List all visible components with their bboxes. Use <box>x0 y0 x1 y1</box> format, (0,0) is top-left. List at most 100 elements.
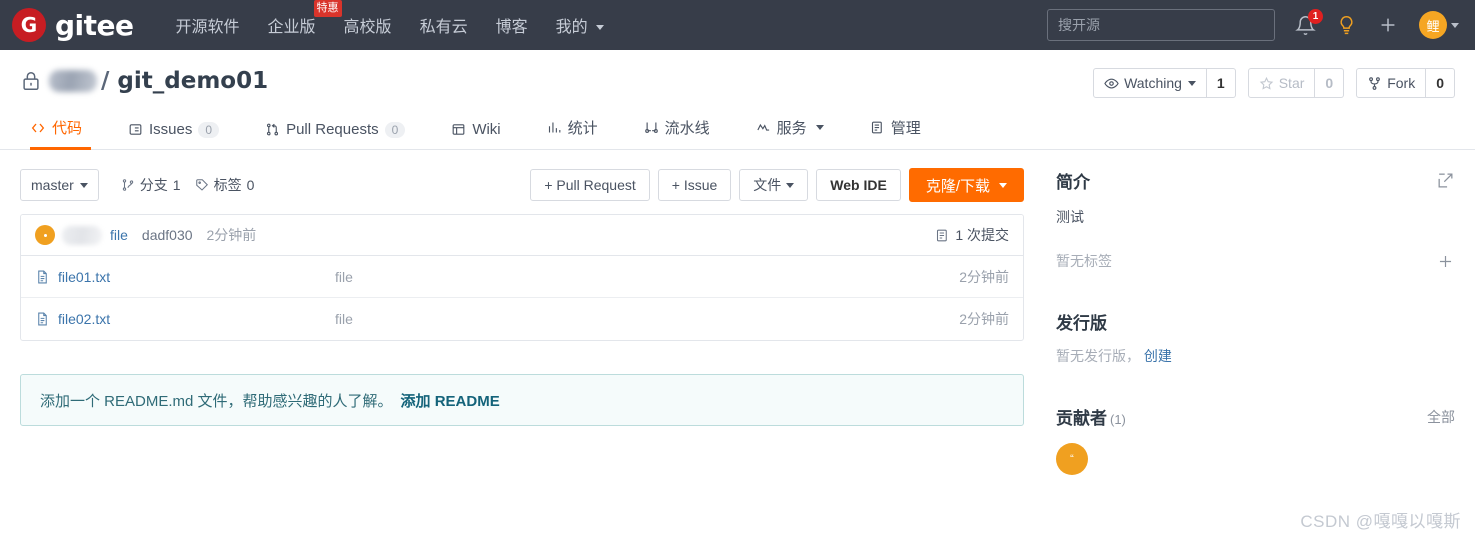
repository-actions: Watching 1 Star 0 Fork 0 <box>1093 68 1455 98</box>
eye-icon <box>1104 78 1119 88</box>
clone-download-button[interactable]: 克隆/下载 <box>908 168 1024 202</box>
fork-button[interactable]: Fork <box>1356 68 1427 98</box>
repository-toolbar: master 分支 1 标签 0 + Pull Request + Issue … <box>20 168 1024 202</box>
add-tag-button[interactable] <box>1436 252 1455 271</box>
repository-name[interactable]: git_demo01 <box>117 68 268 94</box>
edit-intro-button[interactable] <box>1436 171 1455 190</box>
repo-path-separator: / <box>101 68 110 94</box>
create-release-link[interactable]: 创建 <box>1144 348 1172 364</box>
table-row[interactable]: file02.txt file 2分钟前 <box>21 298 1023 340</box>
tab-code[interactable]: 代码 <box>20 117 105 150</box>
tag-icon <box>195 179 208 191</box>
chevron-down-icon <box>596 25 605 31</box>
gitee-wordmark: gitee <box>55 8 134 42</box>
file-commit-message: file <box>335 311 353 327</box>
tab-pull-requests[interactable]: Pull Requests 0 <box>242 121 428 149</box>
tab-pipeline[interactable]: 流水线 <box>621 117 733 149</box>
file-browser: file dadf030 2分钟前 1 次提交 file01.txt file … <box>20 214 1024 341</box>
service-icon <box>757 123 769 131</box>
tab-label: 服务 <box>776 120 807 137</box>
tab-wiki[interactable]: Wiki <box>428 121 523 149</box>
gitee-logo[interactable]: G gitee <box>12 8 134 42</box>
watermark: CSDN @嘎嘎以嘎斯 <box>1300 512 1461 531</box>
main-content: master 分支 1 标签 0 + Pull Request + Issue … <box>20 168 1024 479</box>
releases-empty-text: 暂无发行版， <box>1056 348 1140 364</box>
branch-icon <box>122 179 133 191</box>
tags-row: 暂无标签 <box>1056 251 1455 271</box>
file-link[interactable]: file01.txt <box>35 269 335 285</box>
tags-link[interactable]: 标签 0 <box>195 175 255 195</box>
commit-sha[interactable]: dadf030 <box>142 227 193 243</box>
new-issue-button[interactable]: + Issue <box>657 169 732 201</box>
releases-title: 发行版 <box>1056 314 1107 333</box>
tab-count: 0 <box>384 121 406 138</box>
create-new-button[interactable] <box>1377 14 1399 36</box>
code-icon <box>31 123 45 132</box>
tags-label: 标签 <box>213 177 242 193</box>
tab-manage[interactable]: 管理 <box>847 117 944 149</box>
tab-services[interactable]: 服务 <box>733 117 847 149</box>
commit-message[interactable]: file <box>110 227 128 243</box>
file-link[interactable]: file02.txt <box>35 311 335 327</box>
nav-item-education[interactable]: 高校版 <box>344 13 392 37</box>
contributors-count: (1) <box>1110 412 1126 427</box>
nav-item-mine[interactable]: 我的 <box>555 13 605 37</box>
edit-icon <box>1438 173 1453 188</box>
intro-header: 简介 <box>1056 168 1455 193</box>
branch-selector[interactable]: master <box>20 169 99 201</box>
avatar: 鲤 <box>1419 11 1447 39</box>
fork-button-group: Fork 0 <box>1356 68 1455 98</box>
notifications-button[interactable]: 1 <box>1295 8 1323 36</box>
add-readme-link[interactable]: 添加 README <box>401 390 500 411</box>
files-menu-button[interactable]: 文件 <box>739 169 809 201</box>
nav-item-blog[interactable]: 博客 <box>496 13 528 37</box>
star-button[interactable]: Star <box>1247 68 1316 98</box>
chevron-down-icon <box>1187 80 1196 86</box>
nav-item-label: 开源软件 <box>175 19 240 36</box>
contributor-avatar[interactable]: “ <box>1056 443 1088 475</box>
commit-count-label: 1 次提交 <box>955 227 1009 243</box>
tags-empty-text: 暂无标签 <box>1056 253 1112 269</box>
web-ide-button[interactable]: Web IDE <box>816 169 901 201</box>
branches-link[interactable]: 分支 1 <box>121 175 181 195</box>
fork-label: Fork <box>1387 75 1416 91</box>
commit-history-link[interactable]: 1 次提交 <box>935 225 1009 245</box>
chevron-down-icon <box>815 125 824 130</box>
table-row[interactable]: file01.txt file 2分钟前 <box>21 256 1023 298</box>
suggestions-button[interactable] <box>1336 15 1357 36</box>
watch-count[interactable]: 1 <box>1206 68 1236 98</box>
nav-item-label: 我的 <box>555 19 588 36</box>
contributors-list: “ <box>1056 443 1455 475</box>
nav-item-label: 私有云 <box>419 19 468 36</box>
tab-issues[interactable]: Issues 0 <box>105 121 242 149</box>
file-icon <box>38 312 47 326</box>
book-icon <box>452 124 465 135</box>
star-count[interactable]: 0 <box>1315 68 1345 98</box>
branches-count: 1 <box>172 177 181 193</box>
latest-commit-bar: file dadf030 2分钟前 1 次提交 <box>21 215 1023 256</box>
tab-label: Issues <box>149 121 193 138</box>
top-nav-right-tools: 1 鲤 <box>1047 8 1459 41</box>
page-title: / git_demo01 <box>101 68 268 94</box>
nav-item-open-source[interactable]: 开源软件 <box>176 13 240 37</box>
nav-item-private-cloud[interactable]: 私有云 <box>420 13 468 37</box>
commit-author-name-masked[interactable] <box>62 225 102 245</box>
fork-count[interactable]: 0 <box>1426 68 1455 98</box>
contributors-title: 贡献者 (1) <box>1056 404 1126 429</box>
commit-author-avatar[interactable] <box>35 225 55 245</box>
new-pull-request-button[interactable]: + Pull Request <box>530 169 650 201</box>
view-all-contributors-link[interactable]: 全部 <box>1427 407 1455 427</box>
tab-label: Wiki <box>472 121 501 138</box>
tags-count: 0 <box>246 177 255 193</box>
watch-button[interactable]: Watching <box>1093 68 1207 98</box>
tab-statistics[interactable]: 统计 <box>524 117 621 149</box>
readme-prompt-banner: 添加一个 README.md 文件，帮助感兴趣的人了解。 添加 README <box>20 374 1024 426</box>
repository-sidebar: 简介 测试 暂无标签 发行版 暂无发行版， 创建 贡献者 (1) 全部 “ <box>1048 168 1455 479</box>
file-icon <box>38 270 47 283</box>
search-input[interactable] <box>1047 9 1275 41</box>
repository-owner-masked[interactable] <box>49 70 97 92</box>
star-label: Star <box>1278 75 1305 91</box>
nav-item-enterprise[interactable]: 企业版 特惠 <box>268 0 342 37</box>
tab-label: 管理 <box>890 120 921 137</box>
user-menu[interactable]: 鲤 <box>1419 11 1459 39</box>
